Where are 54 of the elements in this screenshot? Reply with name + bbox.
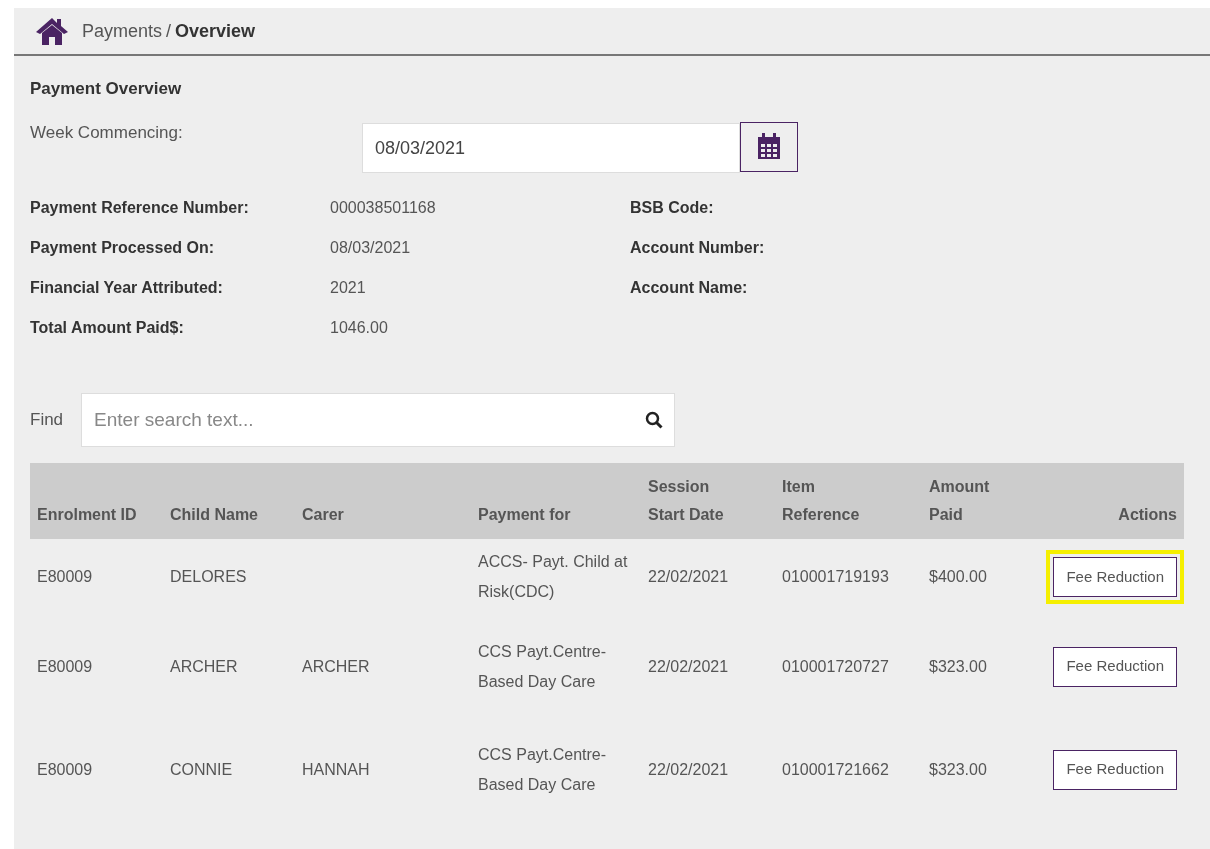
table-cell-text: 22/02/2021 [648, 567, 730, 587]
table-cell-text: HANNAH [302, 759, 371, 780]
home-icon[interactable] [34, 16, 70, 46]
table-cell-text: E80009 [37, 567, 94, 587]
table-cell-text: 010001721662 [782, 759, 890, 780]
search-field[interactable]: Enter search text... [81, 393, 676, 447]
detail-label: Financial Year Attributed: [30, 278, 224, 298]
table-cell-text: $400.00 [929, 567, 988, 587]
detail-value: 1046.00 [330, 318, 389, 338]
breadcrumb-current: Overview [175, 19, 256, 43]
column-header: Amount Paid [929, 477, 991, 525]
fee-reduction-button[interactable]: Fee Reduction [1053, 557, 1177, 597]
find-label: Find [30, 409, 64, 432]
table-cell-text: CONNIE [170, 759, 234, 780]
search-icon[interactable] [645, 411, 664, 429]
table-cell-text: ACCS- Payt. Child at Risk(CDC) [478, 552, 629, 602]
table-cell-text: CCS Payt.Centre-Based Day Care [478, 744, 608, 795]
column-header: Enrolment ID [37, 505, 137, 525]
breadcrumb-link[interactable]: Payments [82, 17, 163, 45]
calendar-button[interactable] [740, 122, 798, 172]
detail-value: 08/03/2021 [330, 238, 412, 258]
detail-label: Total Amount Paid$: [30, 318, 185, 338]
detail-label: Payment Reference Number: [30, 198, 250, 218]
table-cell-text: E80009 [37, 759, 94, 780]
detail-value: 2021 [330, 278, 367, 298]
column-header: Payment for [478, 505, 572, 525]
detail-label: BSB Code: [630, 198, 715, 218]
detail-label: Account Number: [630, 238, 766, 258]
table-cell-text: 22/02/2021 [648, 656, 730, 677]
field-label: Week Commencing: [30, 122, 184, 144]
table-cell-text: 22/02/2021 [648, 759, 730, 780]
table-cell-text: 010001719193 [782, 567, 890, 587]
table-cell-text: CCS Payt.Centre-Based Day Care [478, 641, 608, 692]
table-cell-text: $323.00 [929, 656, 988, 677]
table-cell-text: DELORES [170, 567, 248, 587]
column-header: Actions [1117, 505, 1177, 525]
calendar-icon [756, 133, 782, 161]
table-cell-text: ARCHER [170, 656, 239, 677]
section-title: Payment Overview [30, 78, 183, 100]
table-cell-text: ARCHER [302, 656, 371, 677]
fee-reduction-button[interactable]: Fee Reduction [1053, 646, 1177, 687]
detail-label: Payment Processed On: [30, 238, 216, 258]
column-header: Session Start Date [648, 477, 725, 525]
table-cell-text: E80009 [37, 656, 94, 677]
detail-label: Account Name: [630, 278, 749, 298]
table-cell-text: 010001720727 [782, 656, 890, 677]
breadcrumb-separator: / [166, 19, 172, 43]
column-header: Child Name [170, 505, 259, 525]
fee-reduction-button[interactable]: Fee Reduction [1053, 749, 1177, 790]
table-cell-text: $323.00 [929, 759, 988, 780]
detail-value: 000038501168 [330, 198, 437, 218]
column-header: Item Reference [782, 477, 861, 525]
date-field[interactable]: 08/03/2021 [362, 123, 740, 173]
column-header: Carer [302, 505, 345, 525]
